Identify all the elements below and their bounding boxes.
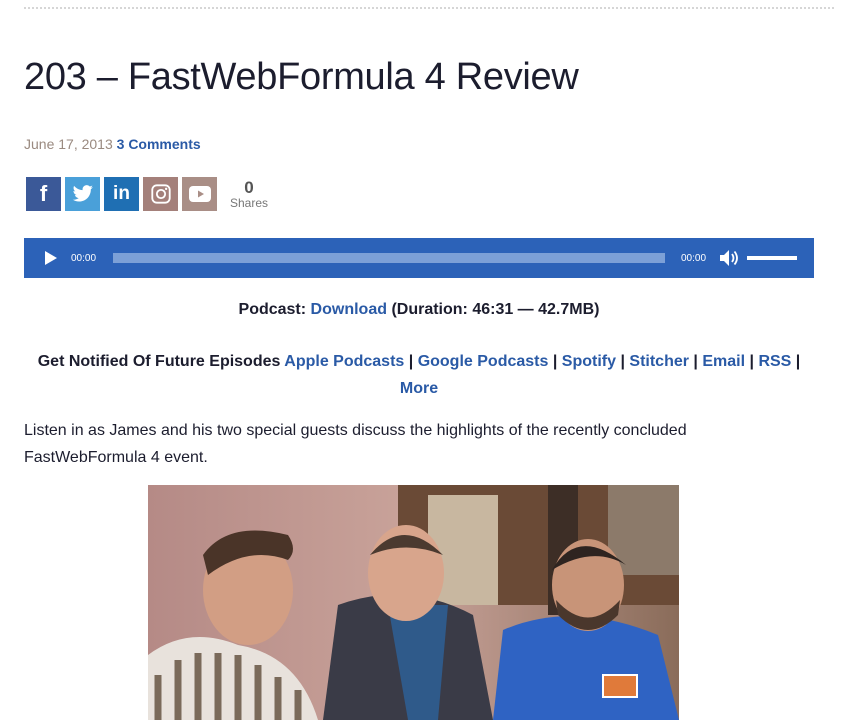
play-icon (45, 251, 57, 265)
instagram-icon (150, 184, 171, 204)
email-link[interactable]: Email (702, 353, 745, 370)
separator: | (749, 353, 754, 370)
youtube-share-button[interactable] (182, 177, 217, 211)
post-title: 203 – FastWebFormula 4 Review (24, 56, 579, 98)
facebook-share-button[interactable]: f (26, 177, 61, 211)
play-button[interactable] (41, 248, 61, 268)
separator: | (693, 353, 698, 370)
share-bar: f in 0 Shares (26, 177, 271, 211)
linkedin-icon: in (113, 183, 130, 204)
linkedin-share-button[interactable]: in (104, 177, 139, 211)
google-podcasts-link[interactable]: Google Podcasts (418, 353, 549, 370)
episode-description: Listen in as James and his two special g… (24, 422, 687, 466)
current-time: 00:00 (71, 252, 97, 264)
podcast-details: (Duration: 46:31 — 42.7MB) (391, 301, 600, 318)
separator: | (408, 353, 414, 370)
twitter-share-button[interactable] (65, 177, 100, 211)
subscribe-label: Get Notified Of Future Episodes (37, 353, 281, 370)
top-divider (24, 7, 834, 9)
volume-icon (720, 250, 738, 266)
seek-bar[interactable] (113, 253, 665, 263)
comments-link[interactable]: 3 Comments (117, 136, 201, 152)
twitter-icon (72, 185, 93, 202)
apple-podcasts-link[interactable]: Apple Podcasts (284, 353, 404, 370)
more-link[interactable]: More (400, 380, 438, 397)
share-count: 0 (244, 177, 254, 197)
share-count-label: Shares (229, 195, 269, 210)
episode-photo (148, 485, 679, 720)
facebook-icon: f (39, 181, 48, 206)
volume-slider[interactable] (747, 256, 797, 260)
separator: | (795, 353, 801, 370)
separator: | (552, 353, 558, 370)
post-meta: June 17, 2013 3 Comments (24, 136, 201, 152)
share-counter: 0 Shares (227, 179, 271, 210)
separator: | (620, 353, 625, 370)
spotify-link[interactable]: Spotify (562, 353, 616, 370)
stitcher-link[interactable]: Stitcher (629, 353, 689, 370)
instagram-share-button[interactable] (143, 177, 178, 211)
youtube-icon (188, 186, 211, 202)
mute-button[interactable] (719, 248, 739, 268)
post-date: June 17, 2013 (24, 136, 113, 152)
subscribe-links: Get Notified Of Future Episodes Apple Po… (24, 348, 814, 402)
duration-time: 00:00 (681, 252, 707, 264)
rss-link[interactable]: RSS (758, 353, 791, 370)
download-link[interactable]: Download (311, 301, 387, 318)
audio-player: 00:00 00:00 (24, 238, 814, 278)
podcast-label: Podcast: (238, 301, 307, 318)
podcast-info: Podcast: Download (Duration: 46:31 — 42.… (24, 301, 814, 319)
